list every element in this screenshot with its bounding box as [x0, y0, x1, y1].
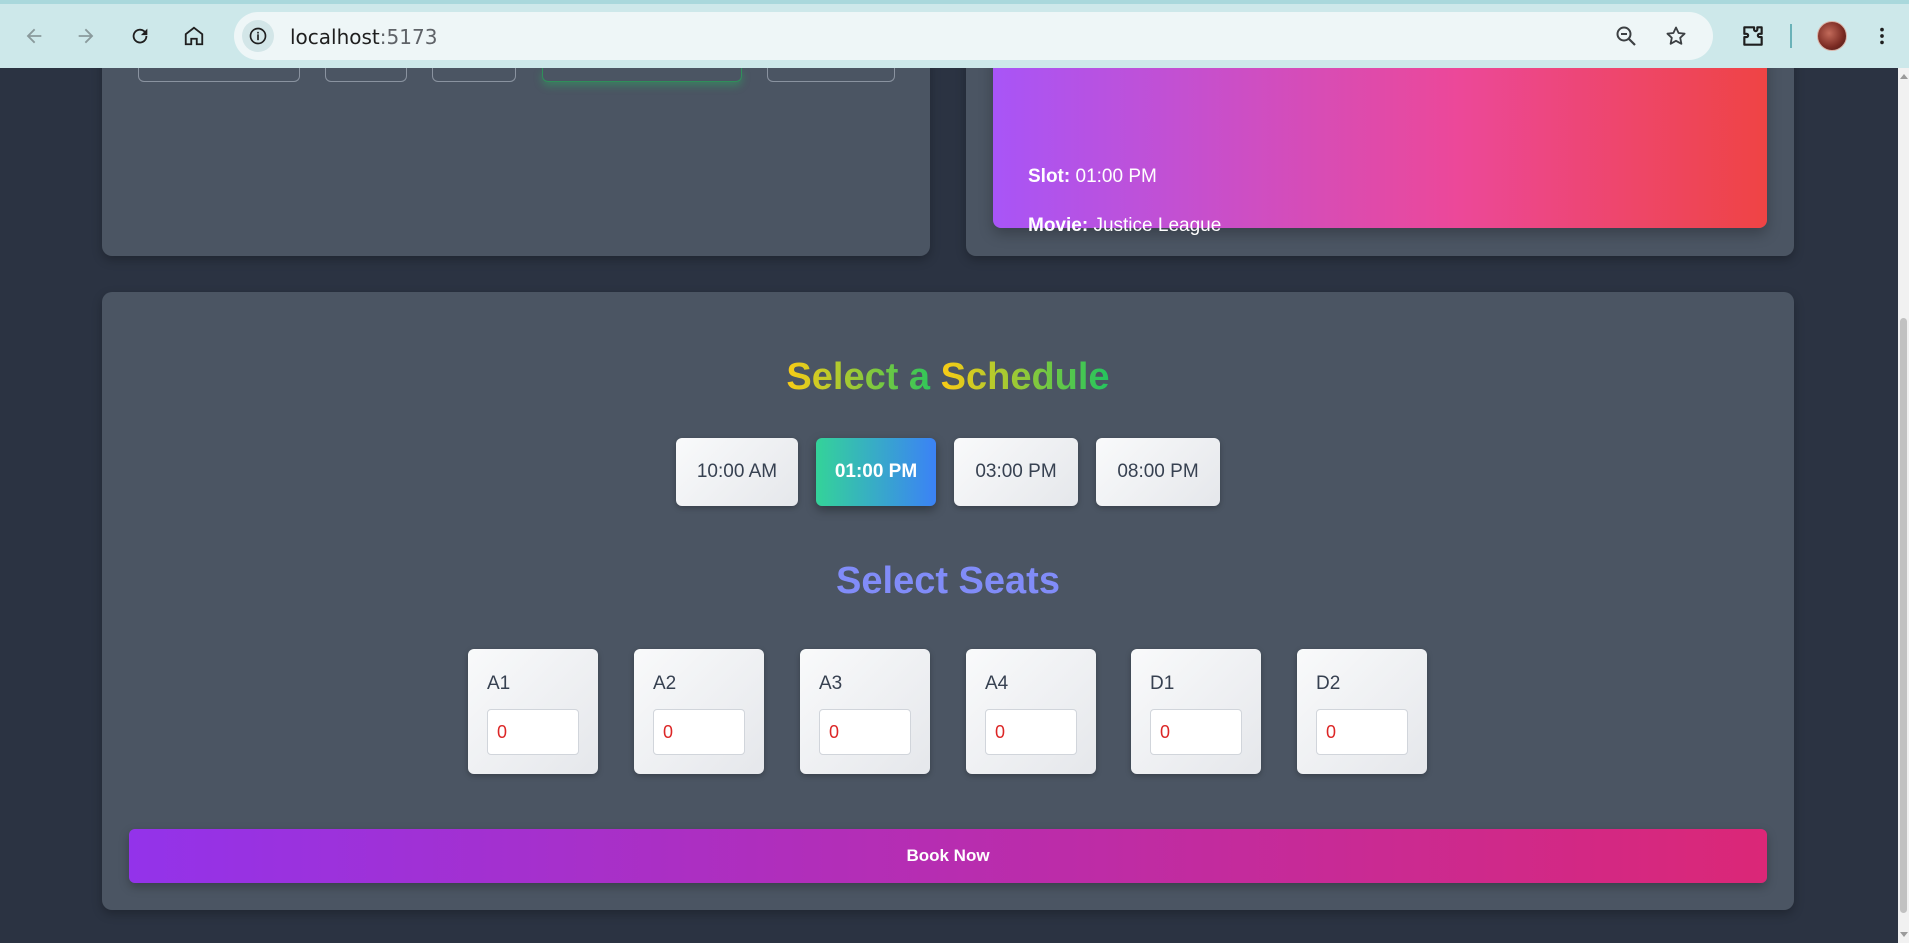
- browser-menu-button[interactable]: [1862, 16, 1902, 56]
- seat-label: A1: [487, 673, 511, 694]
- arrow-left-icon: [26, 28, 42, 44]
- url-port: :5173: [379, 25, 438, 49]
- scroll-up-arrow-icon[interactable]: [1900, 74, 1908, 79]
- seat-quantity-input[interactable]: [1316, 709, 1408, 755]
- summary-movie: Movie: Justice League: [1028, 215, 1221, 237]
- summary-slot-value: 01:00 PM: [1070, 166, 1157, 187]
- summary-slot-label: Slot:: [1028, 166, 1071, 187]
- seat-card-d1: D1: [1131, 649, 1261, 774]
- profile-button[interactable]: [1812, 16, 1852, 56]
- site-info-icon[interactable]: [242, 20, 274, 52]
- avatar: [1817, 21, 1847, 51]
- slot-button-0800pm[interactable]: 08:00 PM: [1096, 438, 1220, 506]
- toolbar-separator: [1790, 24, 1792, 48]
- slot-button-0300pm[interactable]: 03:00 PM: [954, 438, 1078, 506]
- home-icon: [184, 26, 204, 46]
- page-content: Slot: 01:00 PM Movie: Justice League Sel…: [0, 68, 1898, 943]
- schedule-title-part1: Select a: [786, 356, 941, 398]
- extensions-button[interactable]: [1733, 16, 1773, 56]
- seat-card-a3: A3: [800, 649, 930, 774]
- seat-card-a2: A2: [634, 649, 764, 774]
- url-host: localhost: [290, 25, 380, 49]
- slot-button-1000am[interactable]: 10:00 AM: [676, 438, 798, 506]
- seat-quantity-input[interactable]: [985, 709, 1077, 755]
- booking-form-card: Select a Schedule 10:00 AM 01:00 PM 03:0…: [102, 292, 1794, 910]
- back-button[interactable]: [14, 16, 54, 56]
- seat-card-a1: A1: [468, 649, 598, 774]
- summary-slot: Slot: 01:00 PM: [1028, 166, 1157, 188]
- puzzle-icon: [1743, 26, 1763, 46]
- seat-label: D1: [1150, 673, 1175, 694]
- seats-title: Select Seats: [836, 560, 1060, 602]
- bookmark-star-icon[interactable]: [1662, 22, 1690, 50]
- home-button[interactable]: [174, 16, 214, 56]
- reload-icon: [132, 28, 148, 44]
- seat-label: A3: [819, 673, 843, 694]
- scroll-down-arrow-icon[interactable]: [1900, 932, 1908, 937]
- forward-button[interactable]: [66, 16, 106, 56]
- seat-label: A4: [985, 673, 1009, 694]
- scrollbar-thumb[interactable]: [1900, 318, 1907, 913]
- summary-movie-value: Justice League: [1088, 215, 1222, 236]
- cut-off-element: [432, 68, 516, 82]
- page-scrollbar[interactable]: [1898, 68, 1909, 943]
- slot-button-0100pm[interactable]: 01:00 PM: [816, 438, 936, 506]
- schedule-title: Select a Schedule: [102, 356, 1794, 399]
- more-vert-icon: [1880, 27, 1884, 45]
- seat-label: D2: [1316, 673, 1341, 694]
- book-now-button[interactable]: Book Now: [129, 829, 1767, 883]
- url-text[interactable]: localhost:5173: [290, 25, 437, 49]
- address-bar[interactable]: localhost:5173: [234, 12, 1713, 60]
- arrow-right-icon: [78, 28, 94, 44]
- reload-button[interactable]: [120, 16, 160, 56]
- movie-selection-card: [102, 68, 930, 256]
- booking-summary-panel: Slot: 01:00 PM Movie: Justice League: [993, 68, 1767, 236]
- zoom-icon[interactable]: [1612, 22, 1640, 50]
- seat-card-d2: D2: [1297, 649, 1427, 774]
- summary-movie-label: Movie:: [1028, 215, 1089, 236]
- cut-off-element: [767, 68, 895, 82]
- seat-quantity-input[interactable]: [1150, 709, 1242, 755]
- cut-off-element: [138, 68, 300, 82]
- seat-label: A2: [653, 673, 677, 694]
- seat-quantity-input[interactable]: [487, 709, 579, 755]
- cut-off-element: [325, 68, 407, 82]
- seat-quantity-input[interactable]: [653, 709, 745, 755]
- schedule-title-part2: Schedule: [940, 356, 1110, 398]
- browser-toolbar: localhost:5173: [0, 0, 1909, 68]
- seat-quantity-input[interactable]: [819, 709, 911, 755]
- cut-off-selected-element: [542, 68, 742, 82]
- seat-card-a4: A4: [966, 649, 1096, 774]
